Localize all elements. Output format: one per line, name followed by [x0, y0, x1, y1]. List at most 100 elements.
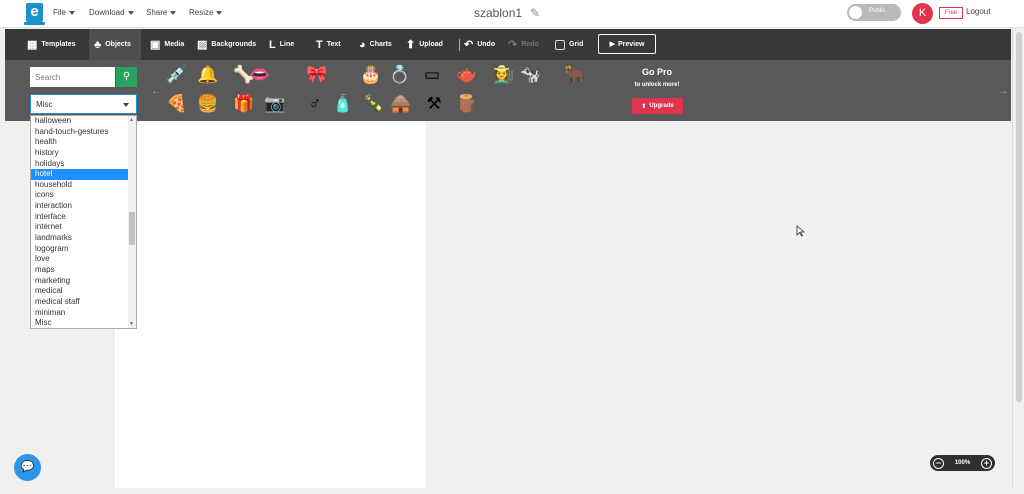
- templates-button[interactable]: ▦ Templates: [27, 29, 76, 60]
- search-button[interactable]: ⚲: [116, 67, 137, 87]
- upload-button[interactable]: ⬆ Upload: [406, 29, 443, 60]
- perfume-icon[interactable]: 🧴: [331, 93, 355, 115]
- dropdown-option[interactable]: marketing: [31, 276, 129, 287]
- dropdown-option[interactable]: household: [31, 180, 129, 191]
- hatch-icon: ▨: [197, 39, 208, 51]
- grid-checkbox[interactable]: [555, 39, 565, 50]
- objects-button[interactable]: ♣ Objects: [89, 29, 141, 60]
- cow-icon[interactable]: 🐄: [519, 64, 543, 86]
- category-dropdown-list[interactable]: halloween hand-touch-gestures health histor…: [30, 115, 137, 329]
- category-select[interactable]: Misc: [30, 94, 137, 114]
- dropdown-option[interactable]: love: [31, 254, 129, 265]
- dropdown-option[interactable]: maps: [31, 265, 129, 276]
- page-scroll-thumb[interactable]: [1016, 32, 1022, 402]
- dropdown-option[interactable]: history: [31, 148, 129, 159]
- syringe-icon[interactable]: 💉: [165, 64, 189, 86]
- media-button[interactable]: ▣ Media: [150, 29, 184, 60]
- dropdown-option[interactable]: hotel: [31, 169, 129, 180]
- bottle-icon[interactable]: 🍾: [362, 93, 386, 115]
- dropdown-option[interactable]: miniman: [31, 308, 129, 319]
- line-label: Line: [279, 41, 295, 48]
- search-input[interactable]: [30, 67, 115, 87]
- design-canvas[interactable]: [115, 121, 426, 488]
- dropdown-option[interactable]: Misc: [31, 318, 129, 328]
- preview-button[interactable]: ▶ Preview: [598, 34, 656, 54]
- upgrade-button[interactable]: ⬆ Upgrade: [632, 98, 683, 114]
- media-label: Media: [164, 41, 185, 48]
- dropdown-option[interactable]: holidays: [31, 159, 129, 170]
- download-menu[interactable]: Download: [89, 8, 134, 17]
- dropdown-items: halloween hand-touch-gestures health histor…: [31, 116, 136, 328]
- pencil-icon[interactable]: ✎: [530, 6, 540, 20]
- dropdown-option[interactable]: hand-touch-gestures: [31, 127, 129, 138]
- bell-flower-icon[interactable]: 🔔: [196, 64, 220, 86]
- frame-icon[interactable]: ▭: [420, 64, 444, 86]
- ribbon-banner-icon[interactable]: 🎀: [305, 64, 329, 86]
- file-menu[interactable]: File: [53, 8, 75, 17]
- teapot-icon[interactable]: 🫖: [455, 64, 479, 86]
- logout-link[interactable]: Logout: [966, 7, 990, 16]
- cake-icon[interactable]: 🎂: [359, 64, 383, 86]
- zoom-out-button[interactable]: −: [933, 457, 944, 469]
- arrow-up-circle-icon: ⬆: [641, 103, 647, 110]
- text-button[interactable]: T Text: [316, 29, 341, 60]
- dropdown-scrollbar[interactable]: ▲ ▼: [128, 116, 136, 328]
- line-button[interactable]: L Line: [269, 29, 294, 60]
- farmer-icon[interactable]: 🧑‍🌾: [492, 64, 516, 86]
- dropdown-option[interactable]: internet: [31, 222, 129, 233]
- share-menu[interactable]: Share: [146, 8, 177, 17]
- zoom-control: − 100% +: [930, 455, 995, 471]
- ring-icon[interactable]: 💍: [388, 64, 412, 86]
- objects-label: Objects: [105, 41, 131, 48]
- charts-button[interactable]: ◕ Charts: [359, 29, 392, 60]
- fence-icon[interactable]: 🪵: [455, 93, 479, 115]
- dropdown-option[interactable]: landmarks: [31, 233, 129, 244]
- ox-icon[interactable]: 🐂: [563, 64, 587, 86]
- male-symbol-icon[interactable]: ♂: [303, 93, 327, 115]
- public-toggle[interactable]: Public: [847, 4, 901, 21]
- camera-icon[interactable]: 📷: [263, 93, 287, 115]
- arrow-left-icon[interactable]: ←: [151, 86, 161, 97]
- dropdown-option[interactable]: medical staff: [31, 297, 129, 308]
- resize-menu[interactable]: Resize: [189, 8, 223, 17]
- workspace-area[interactable]: [430, 121, 1011, 488]
- page-vertical-scrollbar[interactable]: [1012, 29, 1024, 488]
- zoom-in-button[interactable]: +: [980, 457, 992, 469]
- objects-icon: ♣: [94, 38, 102, 51]
- lips-icon[interactable]: 👄: [248, 64, 272, 86]
- chevron-down-icon: [216, 10, 223, 15]
- avatar[interactable]: K: [912, 3, 933, 24]
- image-icon: ▣: [150, 39, 161, 51]
- file-menu-label: File: [53, 8, 66, 17]
- dropdown-option[interactable]: icons: [31, 190, 129, 201]
- gift-icon[interactable]: 🎁: [232, 93, 256, 115]
- pie-chart-icon: ◕: [359, 38, 366, 51]
- app-logo[interactable]: e: [24, 3, 45, 25]
- chat-button[interactable]: 💬: [14, 454, 41, 481]
- grid-toggle[interactable]: Grid: [555, 29, 583, 60]
- templates-icon: ▦: [27, 39, 38, 51]
- plan-badge[interactable]: Free: [939, 7, 963, 19]
- barn-icon[interactable]: 🛖: [389, 93, 413, 115]
- redo-button[interactable]: ↷ Redo: [508, 29, 539, 60]
- burger-icon[interactable]: 🍔: [196, 93, 220, 115]
- dropdown-option[interactable]: interaction: [31, 201, 129, 212]
- gopro-title: Go Pro: [641, 67, 672, 77]
- dropdown-option[interactable]: interface: [31, 212, 129, 223]
- scroll-down-icon[interactable]: ▼: [129, 321, 134, 327]
- undo-icon: ↶: [464, 39, 474, 51]
- dropdown-option[interactable]: health: [31, 137, 129, 148]
- backgrounds-button[interactable]: ▨ Backgrounds: [197, 29, 256, 60]
- pizza-icon[interactable]: 🍕: [165, 93, 189, 115]
- dropdown-option[interactable]: medical: [31, 286, 129, 297]
- crossed-tools-icon[interactable]: ⚒: [422, 93, 446, 115]
- page-horizontal-scrollbar[interactable]: [5, 488, 1011, 494]
- document-title[interactable]: szablon1: [474, 6, 522, 20]
- grid-label: Grid: [569, 41, 584, 48]
- dropdown-scroll-thumb[interactable]: [129, 212, 135, 245]
- dropdown-option[interactable]: logogram: [31, 244, 129, 255]
- arrow-right-icon[interactable]: →: [998, 86, 1008, 97]
- dropdown-option[interactable]: halloween: [31, 116, 129, 127]
- scroll-up-icon[interactable]: ▲: [129, 117, 134, 123]
- undo-button[interactable]: ↶ Undo: [464, 29, 495, 60]
